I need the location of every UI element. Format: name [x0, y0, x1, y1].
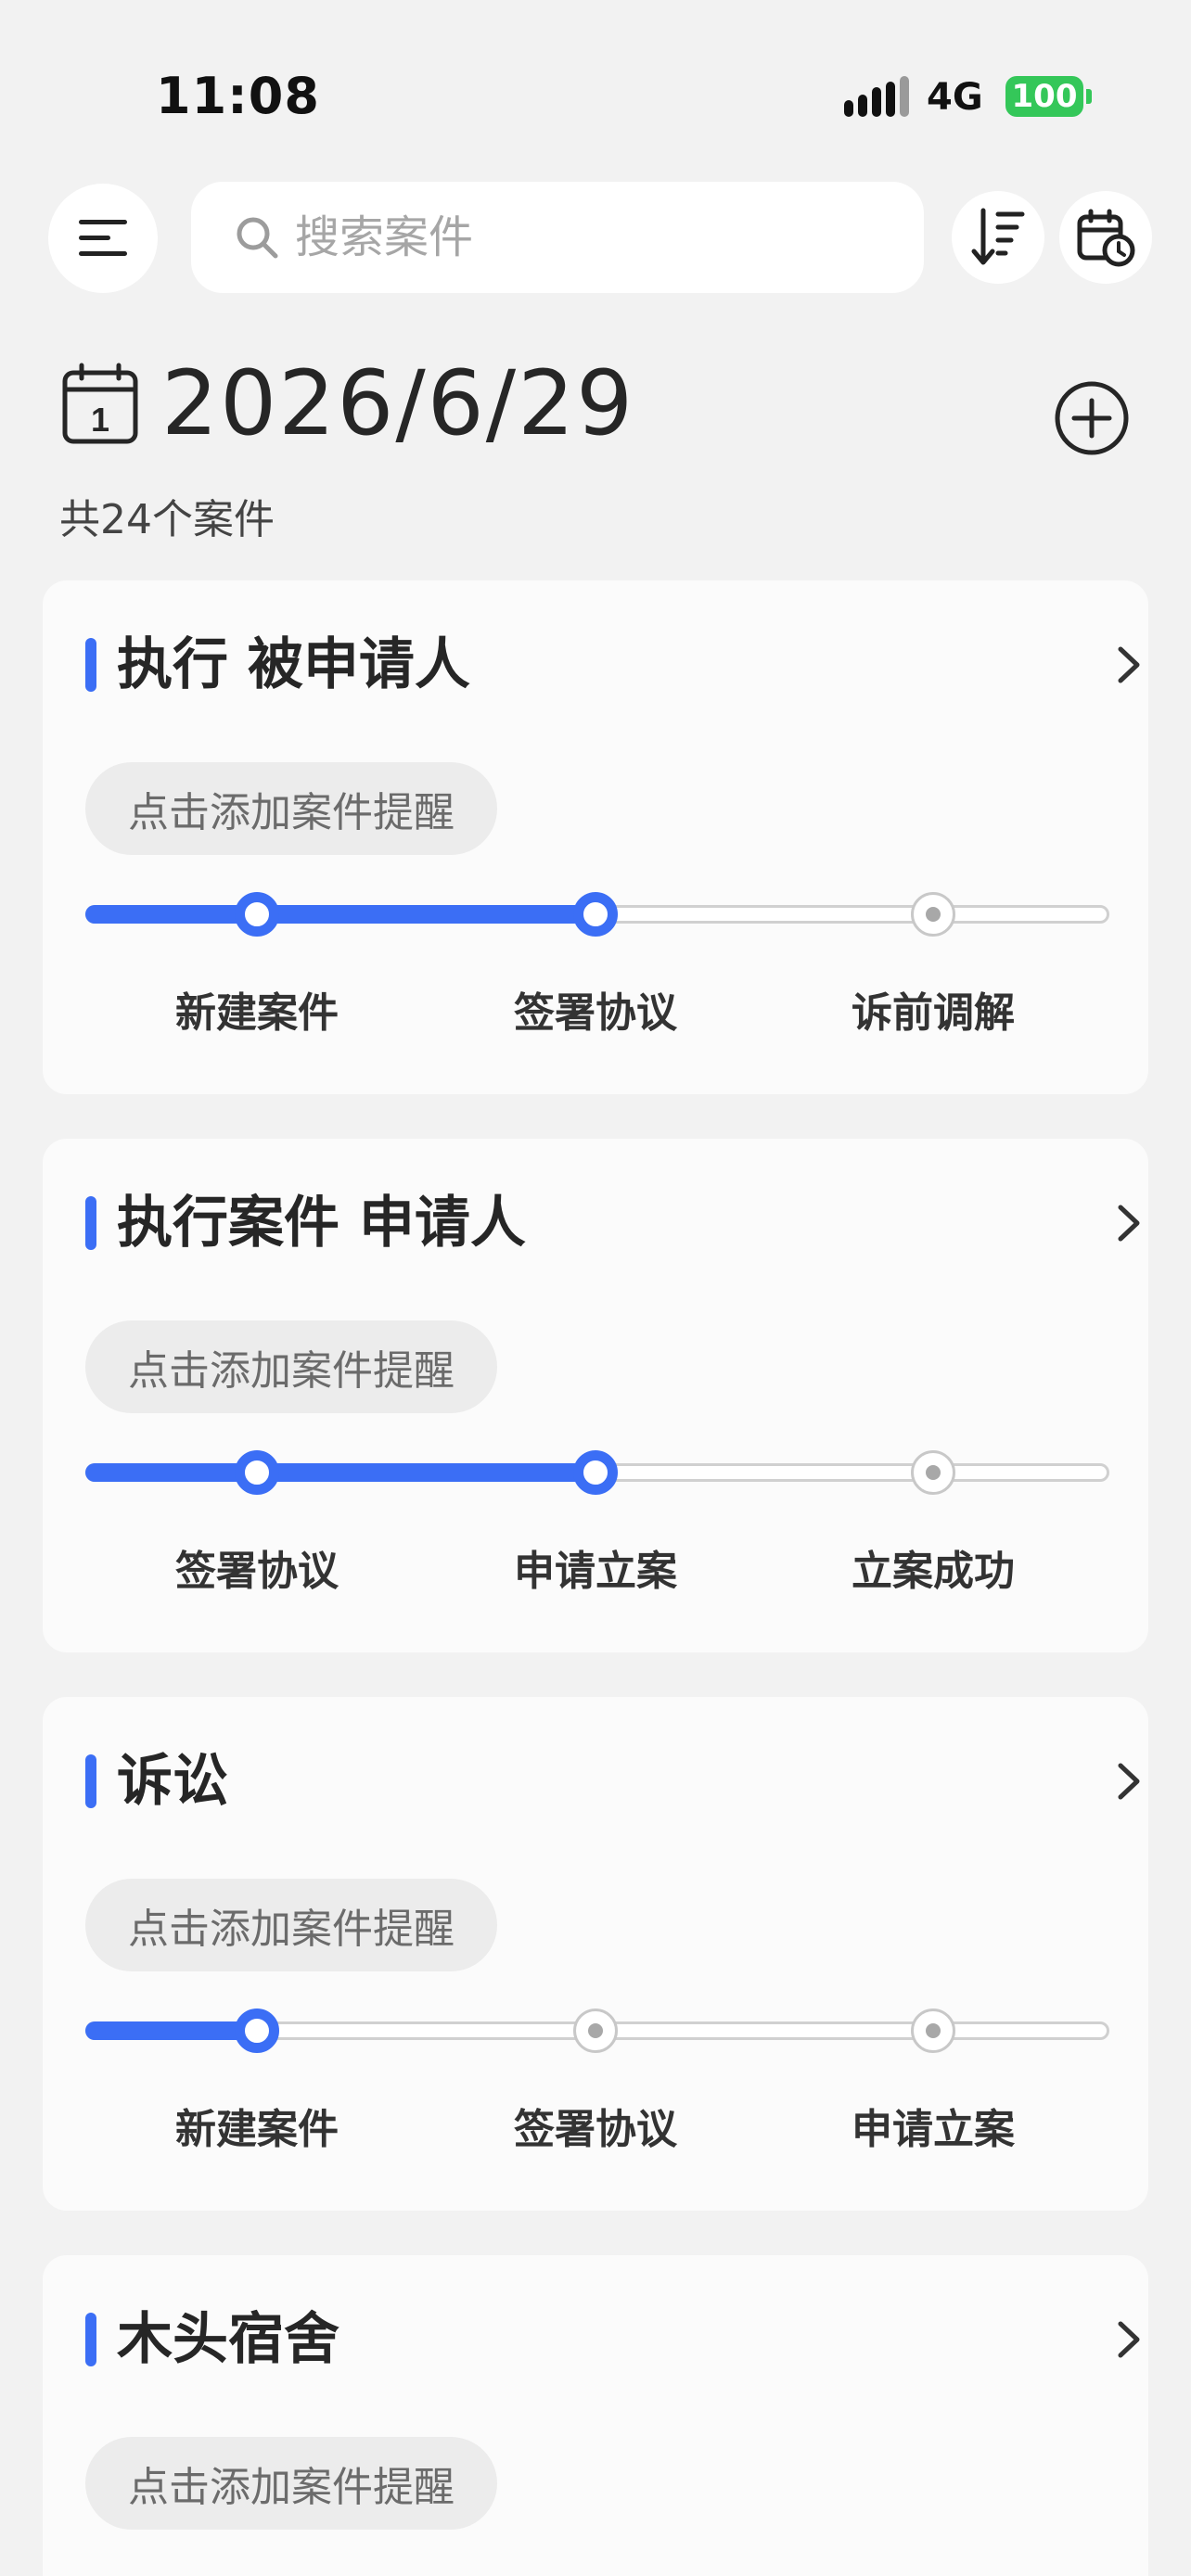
progress-node [235, 892, 279, 937]
search-input[interactable] [295, 211, 889, 263]
status-bar: 11:08 4G 100 [0, 0, 1191, 176]
case-card[interactable]: 执行案件 申请人 点击添加案件提醒 签署协议 申请立案 立案成功 [43, 1139, 1148, 1652]
battery-tip [1086, 89, 1092, 104]
add-reminder-button[interactable]: 点击添加案件提醒 [85, 1879, 497, 1971]
progress-fill [85, 2021, 257, 2040]
step-label: 新建案件 [175, 2106, 339, 2153]
case-progress [85, 1445, 1109, 1500]
status-time: 11:08 [156, 67, 320, 125]
case-progress [85, 886, 1109, 942]
progress-node [235, 1450, 279, 1495]
sort-icon [971, 208, 1025, 265]
plus-circle-icon [1055, 381, 1129, 455]
add-reminder-button[interactable]: 点击添加案件提醒 [85, 1320, 497, 1413]
case-title: 执行案件 申请人 [117, 1191, 526, 1256]
step-label: 申请立案 [514, 1548, 677, 1595]
progress-fill [85, 905, 596, 924]
chevron-right-icon[interactable] [1106, 2316, 1152, 2363]
title-accent-bar [85, 638, 96, 692]
chevron-right-icon[interactable] [1106, 1200, 1152, 1246]
step-label: 立案成功 [852, 1548, 1015, 1595]
search-icon [237, 217, 278, 259]
case-card[interactable]: 诉讼 点击添加案件提醒 新建案件 签署协议 申请立案 [43, 1697, 1148, 2211]
progress-node [911, 2009, 955, 2053]
progress-node [911, 1450, 955, 1495]
case-card-header[interactable]: 执行案件 申请人 [85, 1191, 1140, 1256]
progress-node [235, 2009, 279, 2053]
progress-fill [85, 1463, 596, 1482]
step-label: 签署协议 [514, 2106, 677, 2153]
step-label: 签署协议 [514, 989, 677, 1037]
calendar-icon: 1 [62, 363, 138, 444]
step-label: 诉前调解 [852, 989, 1015, 1037]
title-accent-bar [85, 1754, 96, 1808]
add-case-button[interactable] [1054, 380, 1130, 456]
case-title: 执行 被申请人 [117, 632, 470, 697]
title-accent-bar [85, 1196, 96, 1250]
battery-icon: 100 [1005, 76, 1083, 117]
menu-icon [79, 220, 127, 256]
search-box[interactable] [191, 182, 924, 293]
add-reminder-button[interactable]: 点击添加案件提醒 [85, 2437, 497, 2530]
case-card-header[interactable]: 木头宿舍 [85, 2307, 1140, 2372]
case-title: 诉讼 [117, 1749, 228, 1814]
step-label: 新建案件 [175, 989, 339, 1037]
progress-node [573, 2009, 618, 2053]
add-reminder-button[interactable]: 点击添加案件提醒 [85, 762, 497, 855]
case-card-header[interactable]: 诉讼 [85, 1749, 1140, 1814]
sort-button[interactable] [952, 191, 1044, 284]
total-case-count: 共24个案件 [59, 496, 275, 543]
case-card[interactable]: 木头宿舍 点击添加案件提醒 [43, 2255, 1148, 2576]
step-label: 签署协议 [175, 1548, 339, 1595]
progress-node [573, 1450, 618, 1495]
progress-node [911, 892, 955, 937]
case-card-header[interactable]: 执行 被申请人 [85, 632, 1140, 697]
case-progress [85, 2003, 1109, 2059]
progress-node [573, 892, 618, 937]
step-label: 申请立案 [852, 2106, 1015, 2153]
chevron-right-icon[interactable] [1106, 1758, 1152, 1804]
chevron-right-icon[interactable] [1106, 642, 1152, 688]
app-screen: 11:08 4G 100 搜索案件 1 2026/6/29 共24个案件 执行 … [0, 0, 1191, 2576]
case-card[interactable]: 执行 被申请人 点击添加案件提醒 新建案件 签署协议 诉前调解 [43, 580, 1148, 1094]
menu-button[interactable] [48, 184, 158, 293]
network-type: 4G [927, 76, 983, 119]
calendar-clock-icon [1077, 209, 1135, 267]
case-title: 木头宿舍 [117, 2307, 339, 2372]
date-header: 1 2026/6/29 [61, 351, 635, 455]
calendar-day-number: 1 [91, 401, 109, 439]
signal-icon [844, 76, 909, 117]
title-accent-bar [85, 2313, 96, 2366]
calendar-button[interactable] [1059, 191, 1152, 284]
current-date: 2026/6/29 [161, 351, 635, 455]
